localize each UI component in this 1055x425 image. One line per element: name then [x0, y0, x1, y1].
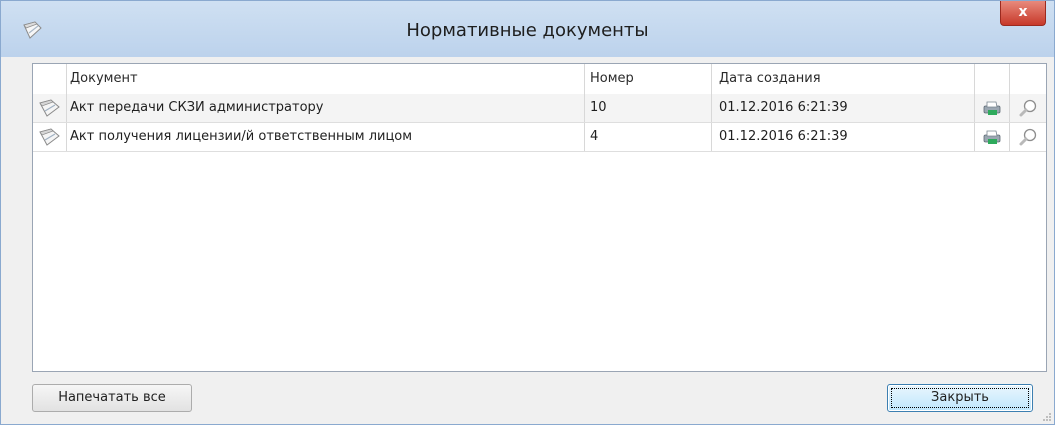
- table-header: Документ Номер Дата создания: [33, 64, 1046, 95]
- row-icon-cell: [33, 94, 67, 122]
- table-row[interactable]: Акт передачи СКЗИ администратору 10 01.1…: [33, 94, 1046, 123]
- focus-rectangle: [891, 388, 1029, 408]
- row-print-cell[interactable]: [975, 94, 1010, 122]
- dialog-window: Нормативные документы x Документ Номер Д…: [0, 0, 1055, 425]
- print-all-button[interactable]: Напечатать все: [32, 384, 192, 412]
- print-icon[interactable]: [982, 129, 1002, 145]
- resize-grip-icon[interactable]: [1042, 412, 1052, 422]
- column-header-document[interactable]: Документ: [67, 64, 585, 94]
- document-icon: [38, 128, 60, 146]
- document-number: 10: [585, 94, 712, 122]
- magnifier-icon[interactable]: [1018, 98, 1038, 118]
- column-header-created[interactable]: Дата создания: [712, 64, 975, 94]
- close-button[interactable]: Закрыть: [887, 384, 1033, 412]
- title-bar[interactable]: Нормативные документы x: [1, 1, 1054, 57]
- header-icon-column: [33, 64, 67, 94]
- header-view-column: [1010, 64, 1046, 94]
- window-close-button[interactable]: x: [1000, 1, 1046, 26]
- print-icon[interactable]: [982, 100, 1002, 116]
- document-name: Акт получения лицензии/й ответственным л…: [67, 123, 585, 151]
- documents-table: Документ Номер Дата создания Акт передач…: [32, 63, 1047, 372]
- magnifier-icon[interactable]: [1018, 127, 1038, 147]
- row-icon-cell: [33, 123, 67, 151]
- header-print-column: [975, 64, 1010, 94]
- row-print-cell[interactable]: [975, 123, 1010, 151]
- document-created: 01.12.2016 6:21:39: [712, 94, 975, 122]
- document-icon: [38, 99, 60, 117]
- row-view-cell[interactable]: [1010, 94, 1046, 122]
- column-header-number[interactable]: Номер: [585, 64, 712, 94]
- window-title: Нормативные документы: [406, 20, 649, 41]
- document-number: 4: [585, 123, 712, 151]
- row-view-cell[interactable]: [1010, 123, 1046, 151]
- document-name: Акт передачи СКЗИ администратору: [67, 94, 585, 122]
- document-created: 01.12.2016 6:21:39: [712, 123, 975, 151]
- table-row[interactable]: Акт получения лицензии/й ответственным л…: [33, 123, 1046, 152]
